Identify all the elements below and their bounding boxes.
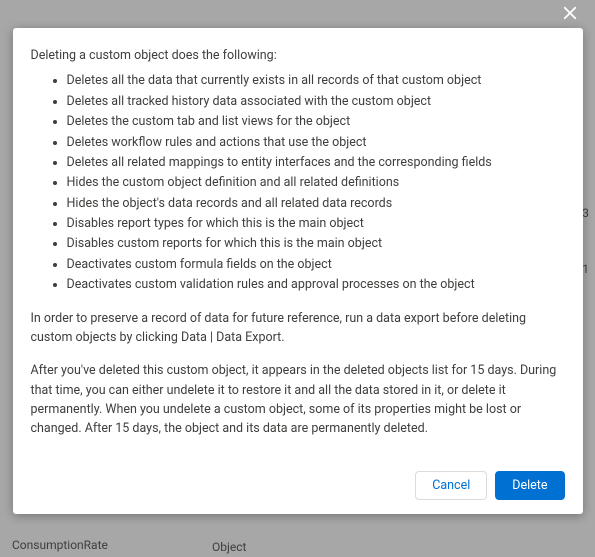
cancel-button[interactable]: Cancel (415, 471, 487, 500)
export-note: In order to preserve a record of data fo… (31, 309, 565, 348)
list-item: Deletes workflow rules and actions that … (67, 133, 565, 152)
list-item: Disables report types for which this is … (67, 214, 565, 233)
modal-overlay: Deleting a custom object does the follow… (0, 0, 595, 557)
close-icon (561, 4, 579, 26)
list-item: Hides the object's data records and all … (67, 194, 565, 213)
modal-body: Deleting a custom object does the follow… (13, 28, 583, 461)
consequences-list: Deletes all the data that currently exis… (31, 71, 565, 294)
list-item: Hides the custom object definition and a… (67, 173, 565, 192)
list-item: Deactivates custom formula fields on the… (67, 255, 565, 274)
modal-footer: Cancel Delete (13, 461, 583, 514)
list-item: Deletes the custom tab and list views fo… (67, 112, 565, 131)
delete-confirm-modal: Deleting a custom object does the follow… (13, 28, 583, 514)
list-item: Deletes all related mappings to entity i… (67, 153, 565, 172)
list-item: Deletes all the data that currently exis… (67, 71, 565, 90)
intro-text: Deleting a custom object does the follow… (31, 46, 565, 65)
list-item: Deletes all tracked history data associa… (67, 92, 565, 111)
close-button[interactable] (559, 4, 581, 26)
retention-note: After you've deleted this custom object,… (31, 361, 565, 439)
delete-button[interactable]: Delete (495, 471, 564, 500)
list-item: Deactivates custom validation rules and … (67, 275, 565, 294)
list-item: Disables custom reports for which this i… (67, 234, 565, 253)
